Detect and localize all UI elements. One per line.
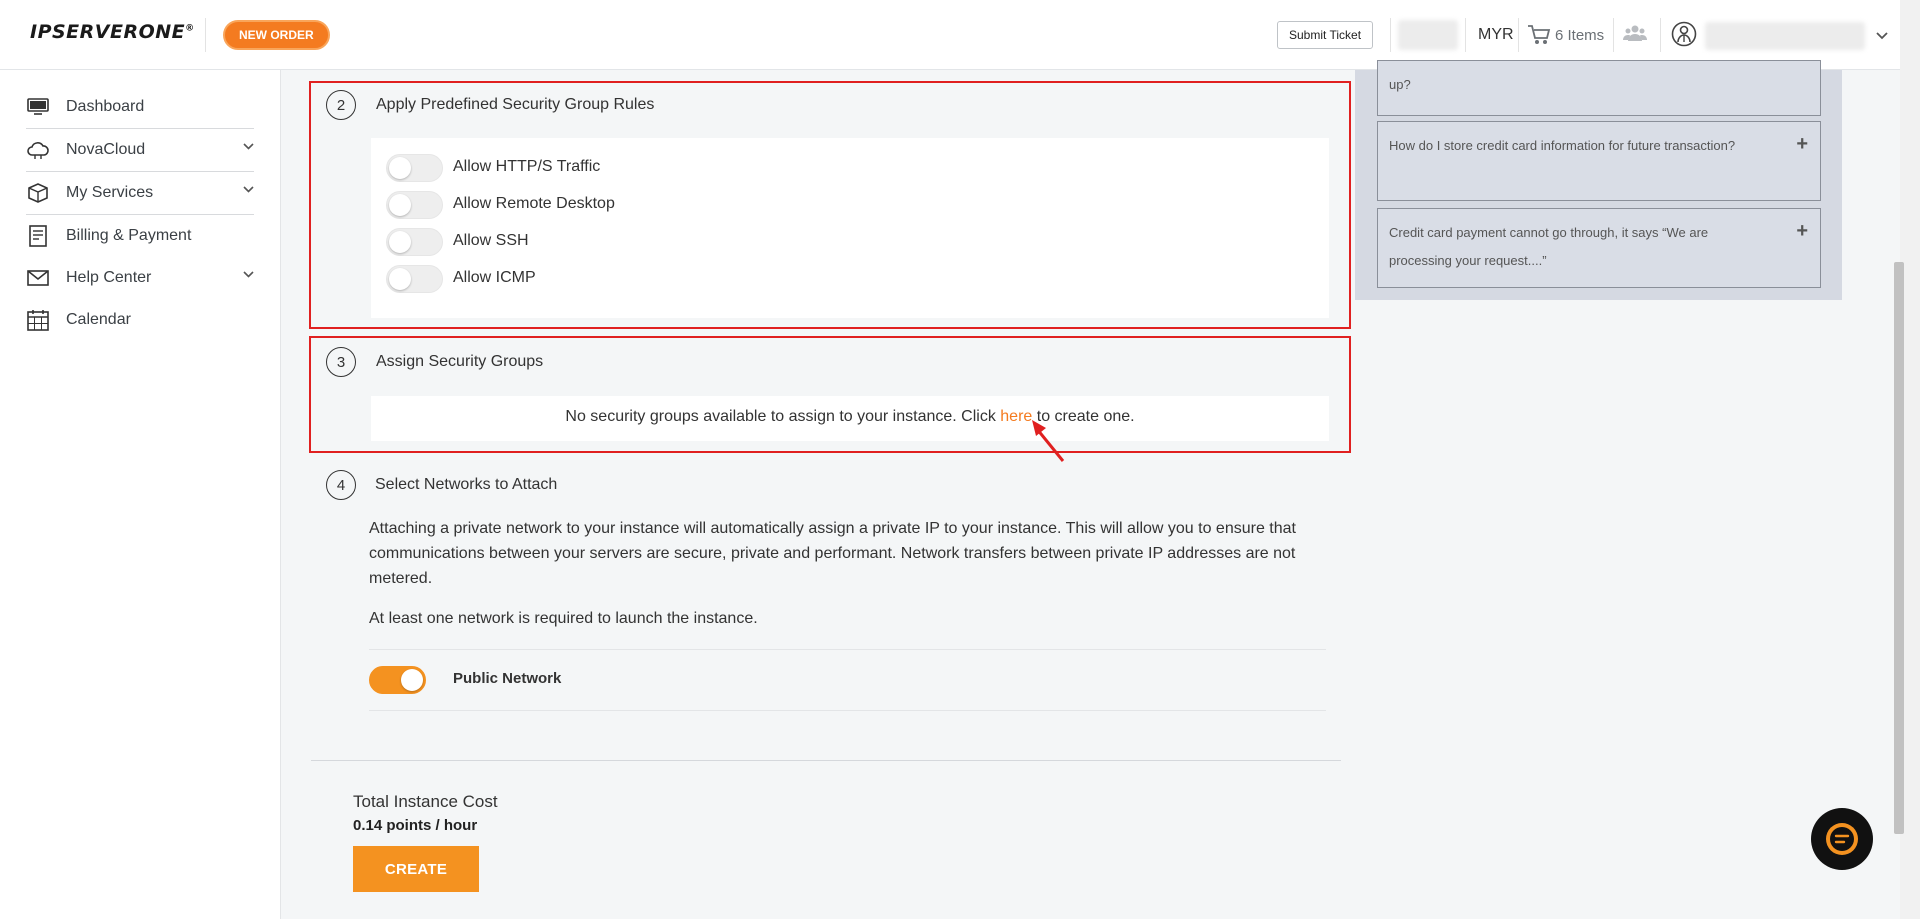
mail-icon	[26, 267, 50, 289]
public-network-label: Public Network	[453, 670, 562, 687]
toggle-remote-desktop[interactable]	[386, 191, 443, 219]
faq-panel: up? How do I store credit card informati…	[1355, 60, 1842, 300]
chevron-down-icon	[243, 186, 254, 193]
message-text: No security groups available to assign t…	[565, 408, 1001, 425]
cloud-icon	[26, 139, 50, 161]
chevron-down-icon	[243, 271, 254, 278]
toggle-label: Allow SSH	[453, 232, 529, 249]
sidebar-item-label: NovaCloud	[66, 141, 146, 158]
step-number: 3	[326, 347, 356, 377]
divider	[311, 760, 1341, 761]
divider	[369, 710, 1326, 711]
monitor-icon	[26, 96, 50, 118]
toggle-label: Allow HTTP/S Traffic	[453, 158, 601, 175]
toggle-label: Allow Remote Desktop	[453, 195, 615, 212]
redacted-username	[1705, 22, 1865, 50]
sidebar-item-label: My Services	[66, 184, 154, 201]
faq-question: How do I store credit card information f…	[1389, 138, 1736, 153]
toggle-icmp[interactable]	[386, 265, 443, 293]
receipt-icon	[26, 225, 50, 247]
rules-panel: Allow HTTP/S Traffic Allow Remote Deskto…	[371, 138, 1329, 318]
sidebar-item-billing[interactable]: Billing & Payment	[26, 216, 254, 256]
section-title: Apply Predefined Security Group Rules	[376, 96, 655, 113]
sidebar-item-dashboard[interactable]: Dashboard	[26, 87, 254, 127]
chat-support-button[interactable]	[1811, 808, 1873, 870]
new-order-button[interactable]: NEW ORDER	[223, 20, 330, 50]
chevron-down-icon	[243, 143, 254, 150]
sidebar-divider	[26, 171, 254, 172]
toggle-public-network[interactable]	[369, 666, 426, 694]
sidebar-item-my-services[interactable]: My Services	[26, 173, 254, 213]
section-title: Select Networks to Attach	[375, 476, 558, 493]
faq-item[interactable]: up?	[1377, 60, 1821, 116]
sidebar: Dashboard NovaCloud My Services Billing …	[0, 70, 281, 919]
header-divider	[1465, 18, 1466, 52]
chevron-down-icon[interactable]	[1876, 27, 1888, 45]
sidebar-item-calendar[interactable]: Calendar	[26, 300, 254, 340]
no-security-groups-message: No security groups available to assign t…	[371, 408, 1329, 426]
sidebar-divider	[26, 128, 254, 129]
sidebar-item-help-center[interactable]: Help Center	[26, 258, 254, 298]
cart-icon	[1528, 25, 1551, 44]
divider	[369, 649, 1326, 650]
sidebar-item-label: Dashboard	[66, 98, 145, 115]
no-groups-panel: No security groups available to assign t…	[371, 396, 1329, 441]
total-cost-label: Total Instance Cost	[353, 792, 498, 811]
team-icon[interactable]	[1623, 24, 1647, 47]
logo-mark: ®	[185, 23, 195, 34]
submit-ticket-button[interactable]: Submit Ticket	[1277, 21, 1374, 49]
sidebar-divider	[26, 214, 254, 215]
logo-text: IPSERVERONE	[30, 21, 186, 43]
header-divider	[1613, 18, 1614, 52]
cart-count: 6 Items	[1555, 26, 1605, 44]
annotation-arrow	[1032, 420, 1065, 462]
header-divider	[1390, 18, 1391, 52]
expand-plus-icon[interactable]: +	[1796, 217, 1808, 245]
sidebar-item-label: Help Center	[66, 269, 152, 286]
sidebar-item-novacloud[interactable]: NovaCloud	[26, 130, 254, 170]
cart-button[interactable]: 6 Items	[1527, 24, 1604, 46]
step-number: 4	[326, 470, 356, 500]
calendar-icon	[26, 309, 50, 331]
sidebar-item-label: Calendar	[66, 311, 131, 328]
step-number: 2	[326, 90, 356, 120]
sidebar-item-label: Billing & Payment	[66, 227, 192, 244]
header-divider	[1660, 18, 1661, 52]
scrollbar-thumb[interactable]	[1894, 262, 1904, 834]
header-divider	[1518, 18, 1519, 52]
network-requirement: At least one network is required to laun…	[369, 610, 758, 627]
faq-item[interactable]: Credit card payment cannot go through, i…	[1377, 208, 1821, 288]
toggle-http-traffic[interactable]	[386, 154, 443, 182]
total-cost-value: 0.14 points / hour	[353, 817, 478, 834]
currency-selector[interactable]: MYR	[1478, 26, 1514, 44]
faq-question: up?	[1389, 77, 1411, 92]
redacted-balance	[1398, 20, 1458, 50]
assign-security-groups-section: 3 Assign Security Groups No security gro…	[309, 336, 1351, 453]
faq-question: Credit card payment cannot go through, i…	[1389, 225, 1709, 268]
user-avatar-icon[interactable]	[1671, 21, 1697, 52]
chat-bubble-icon	[1826, 823, 1858, 855]
expand-plus-icon[interactable]: +	[1796, 130, 1808, 158]
security-rules-section: 2 Apply Predefined Security Group Rules …	[309, 81, 1351, 329]
toggle-label: Allow ICMP	[453, 269, 536, 286]
create-button[interactable]: CREATE	[353, 846, 479, 892]
box-icon	[26, 182, 50, 204]
header-divider	[205, 18, 206, 52]
section-title: Assign Security Groups	[376, 353, 544, 370]
faq-item[interactable]: How do I store credit card information f…	[1377, 121, 1821, 201]
network-description: Attaching a private network to your inst…	[369, 520, 1296, 587]
ipserverone-logo[interactable]: IPSERVERONE®	[30, 21, 195, 43]
toggle-ssh[interactable]	[386, 228, 443, 256]
